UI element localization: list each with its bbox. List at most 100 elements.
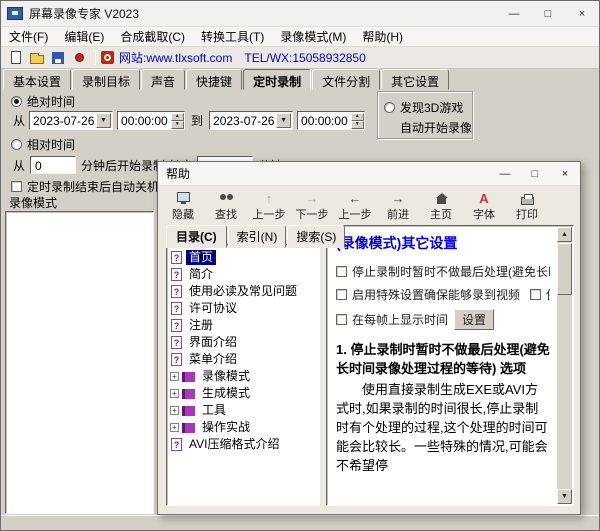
relative-time-radio[interactable] (11, 139, 22, 150)
help-next-button[interactable]: → 下一步 (291, 189, 333, 223)
up-arrow-icon: ↑ (266, 191, 273, 206)
tab-timed-record[interactable]: 定时录制 (243, 69, 311, 90)
content-scrollbar[interactable]: ▲ ▼ (557, 227, 572, 504)
tab-file-split[interactable]: 文件分割 (312, 69, 380, 90)
window-title: 屏幕录像专家 V2023 (29, 5, 139, 22)
tab-search[interactable]: 搜索(S) (287, 225, 345, 248)
binoculars-icon (220, 194, 226, 200)
content-check-row-3: 在每帧上显示时间 设置 (336, 309, 550, 330)
help-maximize-button[interactable]: □ (520, 162, 550, 185)
spin-down-icon[interactable]: ▼ (351, 121, 364, 129)
tree-item-record-mode[interactable]: + 录像模式 (169, 368, 317, 385)
settings-tabbar: 基本设置 录制目标 声音 快捷键 定时录制 文件分割 其它设置 (3, 69, 450, 90)
rel-start-input[interactable]: 0 (30, 156, 76, 174)
help-up-button[interactable]: ↑ 上一步 (248, 189, 290, 223)
tree-item-home[interactable]: ? 首页 (169, 249, 317, 266)
absolute-time-radio[interactable] (11, 96, 22, 107)
from-label: 从 (13, 112, 25, 129)
show-time-checkbox[interactable] (336, 314, 347, 325)
dropdown-arrow-icon[interactable]: ▼ (96, 113, 111, 128)
scrollbar-thumb[interactable] (557, 243, 572, 295)
expand-plus-icon[interactable]: + (170, 389, 179, 398)
menu-edit[interactable]: 编辑(E) (56, 27, 112, 46)
help-body-text: 使用直接录制生成EXE或AVI方式时,如果录制的时间很长,停止录制时有个处理的过… (336, 380, 550, 475)
tab-contents[interactable]: 目录(C) (166, 225, 227, 248)
tree-item-license[interactable]: ? 许可协议 (169, 300, 317, 317)
tab-sound[interactable]: 声音 (141, 69, 185, 90)
tab-other-settings[interactable]: 其它设置 (381, 69, 449, 90)
start-time-value: 00:00:00 (118, 114, 171, 128)
tree-item-tools[interactable]: + 工具 (169, 402, 317, 419)
game3d-label-line2: 自动开始录像 (400, 119, 470, 136)
menu-help[interactable]: 帮助(H) (354, 27, 411, 46)
truncated-checkbox[interactable] (530, 289, 541, 300)
scroll-up-icon[interactable]: ▲ (557, 227, 572, 242)
relative-time-label: 相对时间 (27, 136, 75, 153)
end-date-combo[interactable]: 2023-07-26 ▼ (209, 111, 293, 130)
tab-index[interactable]: 索引(N) (228, 225, 287, 248)
help-back-button[interactable]: ← 上一步 (334, 189, 376, 223)
spin-down-icon[interactable]: ▼ (171, 121, 184, 129)
help-book-icon (182, 389, 195, 399)
save-button[interactable] (48, 49, 68, 67)
tab-basic-settings[interactable]: 基本设置 (3, 69, 71, 90)
main-window: 屏幕录像专家 V2023 — □ × 文件(F) 编辑(E) 合成截取(C) 转… (0, 0, 600, 531)
website-link[interactable]: 网站:www.tlxsoft.com (119, 49, 232, 66)
tree-item-generate-mode[interactable]: + 生成模式 (169, 385, 317, 402)
tree-item-practice[interactable]: + 操作实战 (169, 419, 317, 436)
record-button[interactable] (69, 49, 89, 67)
new-file-button[interactable] (6, 49, 26, 67)
help-find-button[interactable]: 查找 (205, 189, 247, 223)
minimize-button[interactable]: — (497, 1, 531, 26)
spin-up-icon[interactable]: ▲ (171, 113, 184, 121)
dropdown-arrow-icon[interactable]: ▼ (276, 113, 291, 128)
auto-shutdown-label: 定时录制结束后自动关机 (27, 178, 159, 195)
special-settings-checkbox[interactable] (336, 289, 347, 300)
open-file-button[interactable] (27, 49, 47, 67)
start-time-input[interactable]: 00:00:00 ▲ ▼ (117, 111, 185, 130)
stop-no-process-checkbox[interactable] (336, 266, 347, 277)
start-time-spinner: ▲ ▼ (171, 113, 184, 129)
help-page-icon: ? (171, 353, 182, 366)
expand-plus-icon[interactable]: + (170, 372, 179, 381)
maximize-button[interactable]: □ (531, 1, 565, 26)
spin-up-icon[interactable]: ▲ (351, 113, 364, 121)
expand-plus-icon[interactable]: + (170, 406, 179, 415)
help-section-heading: 1. 停止录制时暂时不做最后处理(避免长时间录像处理过程的等待) 选项 (336, 340, 550, 378)
tree-item-must-read[interactable]: ? 使用必读及常见问题 (169, 283, 317, 300)
help-home-button[interactable]: 主页 (420, 189, 462, 223)
help-minimize-button[interactable]: — (490, 162, 520, 185)
menu-record-mode[interactable]: 录像模式(M) (272, 27, 354, 46)
help-content-title: (录像模式)其它设置 (336, 233, 550, 253)
help-font-button[interactable]: A 字体 (463, 189, 505, 223)
settings-button[interactable]: 设置 (454, 309, 494, 330)
menu-compose-capture[interactable]: 合成截取(C) (112, 27, 193, 46)
help-print-button[interactable]: 打印 (506, 189, 548, 223)
menu-convert-tools[interactable]: 转换工具(T) (193, 27, 272, 46)
help-hide-button[interactable]: 隐藏 (162, 189, 204, 223)
main-toolbar: 网站:www.tlxsoft.com TEL/WX:15058932850 (1, 47, 599, 69)
left-arrow-icon: ← (349, 191, 362, 206)
record-mode-listbox[interactable] (5, 211, 154, 514)
start-date-combo[interactable]: 2023-07-26 ▼ (29, 111, 113, 130)
help-page-icon: ? (171, 268, 182, 281)
help-nav-tabs: 目录(C) 索引(N) 搜索(S) (166, 225, 346, 248)
help-forward-button[interactable]: → 前进 (377, 189, 419, 223)
help-close-button[interactable]: × (550, 162, 580, 185)
tab-record-target[interactable]: 录制目标 (72, 69, 140, 90)
tree-item-intro[interactable]: ? 简介 (169, 266, 317, 283)
menu-file[interactable]: 文件(F) (1, 27, 56, 46)
tree-item-avi-format[interactable]: ? AVI压缩格式介绍 (169, 436, 317, 453)
scroll-down-icon[interactable]: ▼ (557, 489, 572, 504)
tree-item-menu-intro[interactable]: ? 菜单介绍 (169, 351, 317, 368)
end-time-input[interactable]: 00:00:00 ▲ ▼ (297, 111, 365, 130)
game3d-radio[interactable] (384, 102, 395, 113)
help-window-controls: — □ × (490, 162, 580, 185)
tab-hotkey[interactable]: 快捷键 (186, 69, 242, 90)
start-date-value: 2023-07-26 (30, 114, 96, 128)
expand-plus-icon[interactable]: + (170, 423, 179, 432)
tree-item-ui-intro[interactable]: ? 界面介绍 (169, 334, 317, 351)
tree-item-register[interactable]: ? 注册 (169, 317, 317, 334)
close-button[interactable]: × (565, 1, 599, 26)
auto-shutdown-checkbox[interactable] (11, 181, 22, 192)
